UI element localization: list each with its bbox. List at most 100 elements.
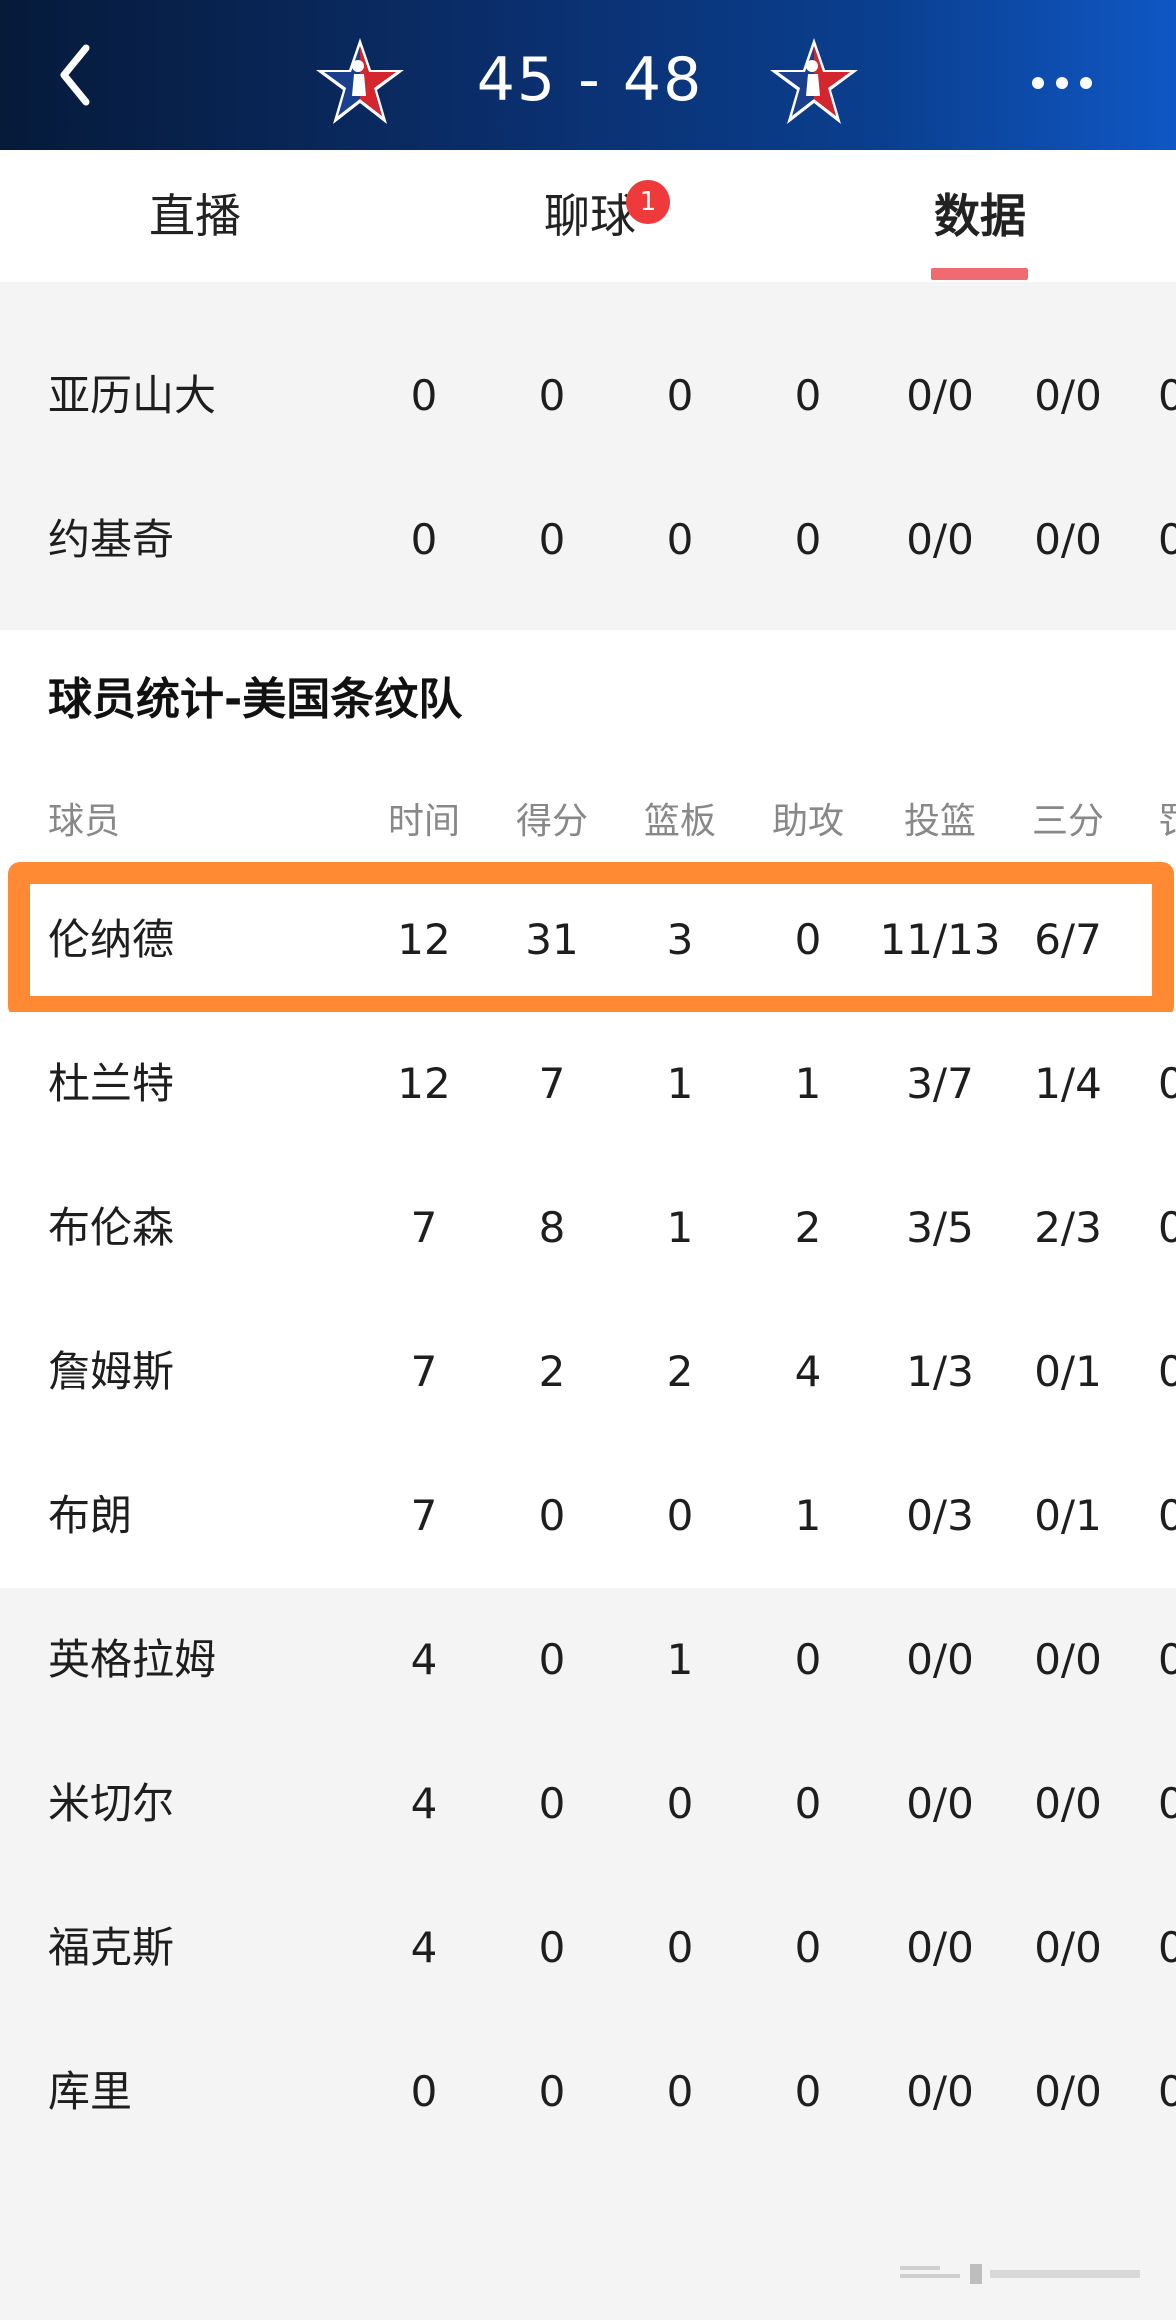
stat-rebounds: 0 [666, 1491, 694, 1540]
stat-3pt: 0/0 [1034, 371, 1102, 420]
player-name: 库里 [48, 2067, 133, 2116]
column-header-points[interactable]: 得分 [502, 780, 602, 864]
stat-assists: 0 [794, 371, 822, 420]
stat-ft: 0 [1158, 371, 1176, 420]
stat-fg: 0/0 [906, 2067, 974, 2116]
stat-fg: 0/0 [906, 1635, 974, 1684]
stat-minutes: 7 [410, 1203, 438, 1252]
stat-assists: 0 [794, 1779, 822, 1828]
stat-assists: 1 [794, 1059, 822, 1108]
stat-assists: 4 [794, 1347, 822, 1396]
player-name: 布伦森 [48, 1203, 175, 1252]
stat-rebounds: 1 [666, 1635, 694, 1684]
section-title: 球员统计-美国条纹队 [48, 674, 463, 725]
stat-minutes: 4 [410, 1779, 438, 1828]
stat-fg: 0/0 [906, 1779, 974, 1828]
table-row[interactable]: 布朗 7 0 0 1 0/3 0/1 0 [0, 1444, 1176, 1588]
player-name: 福克斯 [48, 1923, 175, 1972]
stat-points: 0 [538, 1923, 566, 1972]
stat-rebounds: 1 [666, 1203, 694, 1252]
table-row[interactable]: 布伦森 7 8 1 2 3/5 2/3 0 [0, 1156, 1176, 1300]
stat-3pt: 0/0 [1034, 1635, 1102, 1684]
stat-rebounds: 0 [666, 1923, 694, 1972]
stat-points: 0 [538, 515, 566, 564]
tab-bar: 直播 聊球 数据 [0, 150, 1176, 282]
stat-ft: 0 [1158, 1059, 1176, 1108]
column-header-ft[interactable]: 罚 [1158, 780, 1176, 864]
more-options-icon[interactable] [1020, 48, 1120, 118]
stat-points: 0 [538, 1491, 566, 1540]
stat-3pt: 0/0 [1034, 1779, 1102, 1828]
table-row[interactable]: 英格拉姆 4 0 1 0 0/0 0/0 0 [0, 1588, 1176, 1732]
stat-points: 8 [538, 1203, 566, 1252]
player-name: 布朗 [48, 1491, 133, 1540]
column-header-3pt[interactable]: 三分 [1018, 780, 1118, 864]
stat-assists: 0 [794, 2067, 822, 2116]
all-star-logo-icon [768, 36, 860, 128]
stat-minutes: 7 [410, 1491, 438, 1540]
table-row[interactable]: 米切尔 4 0 0 0 0/0 0/0 0 [0, 1732, 1176, 1876]
column-header-fg[interactable]: 投篮 [872, 780, 1008, 864]
stat-assists: 0 [794, 1635, 822, 1684]
highlight-box [8, 862, 1174, 1018]
player-name: 约基奇 [48, 515, 175, 564]
stat-3pt: 0/0 [1034, 1923, 1102, 1972]
player-name: 米切尔 [48, 1779, 175, 1828]
watermark-icon [900, 2262, 1150, 2286]
stat-rebounds: 0 [666, 515, 694, 564]
table-row[interactable]: 福克斯 4 0 0 0 0/0 0/0 0 [0, 1876, 1176, 2020]
stat-3pt: 0/1 [1034, 1347, 1102, 1396]
stat-points: 7 [538, 1059, 566, 1108]
stat-ft: 0 [1158, 2067, 1176, 2116]
stat-points: 0 [538, 1635, 566, 1684]
stat-minutes: 4 [410, 1923, 438, 1972]
table-row[interactable]: 亚历山大 0 0 0 0 0/0 0/0 0 [0, 324, 1176, 468]
back-arrow-icon[interactable] [52, 40, 112, 110]
stat-rebounds: 1 [666, 1059, 694, 1108]
stat-minutes: 7 [410, 1347, 438, 1396]
stat-3pt: 2/3 [1034, 1203, 1102, 1252]
stat-fg: 3/7 [906, 1059, 974, 1108]
stat-assists: 0 [794, 1923, 822, 1972]
stat-fg: 0/0 [906, 371, 974, 420]
table-row[interactable]: 库里 0 0 0 0 0/0 0/0 0 [0, 2020, 1176, 2164]
stat-ft: 0 [1158, 1635, 1176, 1684]
stat-rebounds: 0 [666, 1779, 694, 1828]
player-name: 亚历山大 [48, 371, 217, 420]
stat-fg: 1/3 [906, 1347, 974, 1396]
stat-points: 2 [538, 1347, 566, 1396]
stat-assists: 1 [794, 1491, 822, 1540]
stat-ft: 0 [1158, 1779, 1176, 1828]
stat-points: 0 [538, 2067, 566, 2116]
column-header-player: 球员 [48, 801, 121, 842]
stat-minutes: 4 [410, 1635, 438, 1684]
player-name: 杜兰特 [48, 1059, 175, 1108]
column-header-minutes[interactable]: 时间 [374, 780, 474, 864]
stat-3pt: 0/1 [1034, 1491, 1102, 1540]
stat-fg: 0/3 [906, 1491, 974, 1540]
tab-data[interactable]: 数据 [910, 150, 1050, 282]
table-row[interactable]: 杜兰特 12 7 1 1 3/7 1/4 0 [0, 1012, 1176, 1156]
tab-live[interactable]: 直播 [120, 150, 270, 282]
player-name: 詹姆斯 [48, 1347, 175, 1396]
stat-3pt: 0/0 [1034, 2067, 1102, 2116]
player-name: 英格拉姆 [48, 1635, 217, 1684]
table-row[interactable]: 詹姆斯 7 2 2 4 1/3 0/1 0 [0, 1300, 1176, 1444]
stat-assists: 2 [794, 1203, 822, 1252]
table-row[interactable]: 约基奇 0 0 0 0 0/0 0/0 0 [0, 468, 1176, 612]
stat-3pt: 1/4 [1034, 1059, 1102, 1108]
stat-fg: 0/0 [906, 515, 974, 564]
stat-ft: 0 [1158, 515, 1176, 564]
game-score: 45 - 48 [476, 45, 704, 115]
active-tab-indicator [931, 268, 1028, 280]
game-header: 45 - 48 [0, 0, 1176, 150]
stat-minutes: 0 [410, 2067, 438, 2116]
stat-points: 0 [538, 371, 566, 420]
stat-ft: 0 [1158, 1203, 1176, 1252]
column-header-rebounds[interactable]: 篮板 [630, 780, 730, 864]
stat-minutes: 0 [410, 515, 438, 564]
column-header-assists[interactable]: 助攻 [758, 780, 858, 864]
stat-rebounds: 2 [666, 1347, 694, 1396]
notification-badge: 1 [626, 180, 670, 224]
stat-rebounds: 0 [666, 2067, 694, 2116]
